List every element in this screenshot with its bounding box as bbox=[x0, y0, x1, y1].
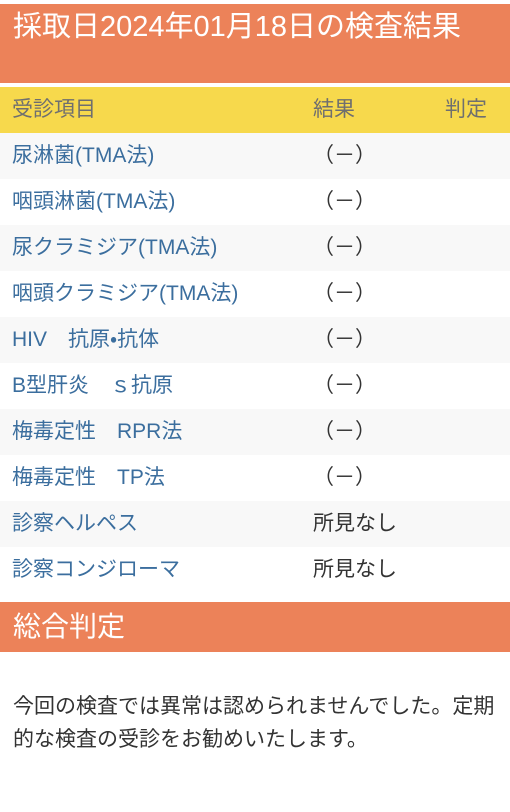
result-value: （－） bbox=[313, 374, 376, 397]
table-row: 梅毒定性 RPR法 （－） bbox=[0, 409, 510, 455]
result-value: （－） bbox=[313, 282, 376, 305]
table-row: 診察コンジローマ 所見なし bbox=[0, 547, 510, 593]
result-value: （－） bbox=[313, 420, 376, 443]
table-row: 咽頭淋菌(TMA法) （－） bbox=[0, 179, 510, 225]
overall-judgement-banner: 総合判定 bbox=[0, 602, 510, 652]
overall-judgement-comment: 今回の検査では異常は認められませんでした。定期的な検査の受診をお勧めいたします。 bbox=[13, 695, 495, 751]
table-row: 診察ヘルペス 所見なし bbox=[0, 501, 510, 547]
table-row: 咽頭クラミジア(TMA法) （－） bbox=[0, 271, 510, 317]
test-results-page: 採取日2024年01月18日の検査結果 受診項目 結果 判定 尿淋菌(TMA法)… bbox=[0, 0, 510, 812]
result-item-name[interactable]: B型肝炎 ｓ抗原 bbox=[12, 363, 173, 409]
result-value: （－） bbox=[313, 190, 376, 213]
result-item-name[interactable]: 梅毒定性 RPR法 bbox=[12, 409, 182, 455]
result-item-name[interactable]: 咽頭淋菌(TMA法) bbox=[12, 179, 175, 225]
report-title-banner: 採取日2024年01月18日の検査結果 bbox=[0, 4, 510, 83]
result-item-name[interactable]: HIV 抗原・抗体 bbox=[12, 317, 159, 363]
result-value: （－） bbox=[313, 236, 376, 259]
result-value: （－） bbox=[313, 328, 376, 351]
result-item-name[interactable]: 梅毒定性 TP法 bbox=[12, 455, 165, 501]
page-title: 採取日2024年01月18日の検査結果 bbox=[13, 11, 462, 43]
result-item-name[interactable]: 尿クラミジア(TMA法) bbox=[12, 225, 217, 271]
table-row: HIV 抗原・抗体 （－） bbox=[0, 317, 510, 363]
result-value: 所見なし bbox=[313, 512, 397, 535]
result-value: （－） bbox=[313, 466, 376, 489]
overall-judgement-body: 今回の検査では異常は認められませんでした。定期的な検査の受診をお勧めいたします。 bbox=[0, 690, 510, 756]
overall-judgement-heading: 総合判定 bbox=[13, 611, 126, 642]
table-column-header: 受診項目 結果 判定 bbox=[0, 87, 510, 133]
table-row: 尿クラミジア(TMA法) （－） bbox=[0, 225, 510, 271]
column-header-result: 結果 bbox=[313, 98, 355, 121]
table-row: B型肝炎 ｓ抗原 （－） bbox=[0, 363, 510, 409]
result-value: （－） bbox=[313, 144, 376, 167]
result-value: 所見なし bbox=[313, 558, 397, 581]
column-header-judgement: 判定 bbox=[445, 98, 487, 121]
result-item-name[interactable]: 診察ヘルペス bbox=[12, 501, 138, 547]
table-row: 梅毒定性 TP法 （－） bbox=[0, 455, 510, 501]
result-item-name[interactable]: 尿淋菌(TMA法) bbox=[12, 133, 154, 179]
results-table: 尿淋菌(TMA法) （－） 咽頭淋菌(TMA法) （－） 尿クラミジア(TMA法) （－）… bbox=[0, 133, 510, 593]
result-item-name[interactable]: 咽頭クラミジア(TMA法) bbox=[12, 271, 238, 317]
result-item-name[interactable]: 診察コンジローマ bbox=[12, 547, 180, 593]
column-header-item: 受診項目 bbox=[12, 98, 96, 121]
table-row: 尿淋菌(TMA法) （－） bbox=[0, 133, 510, 179]
